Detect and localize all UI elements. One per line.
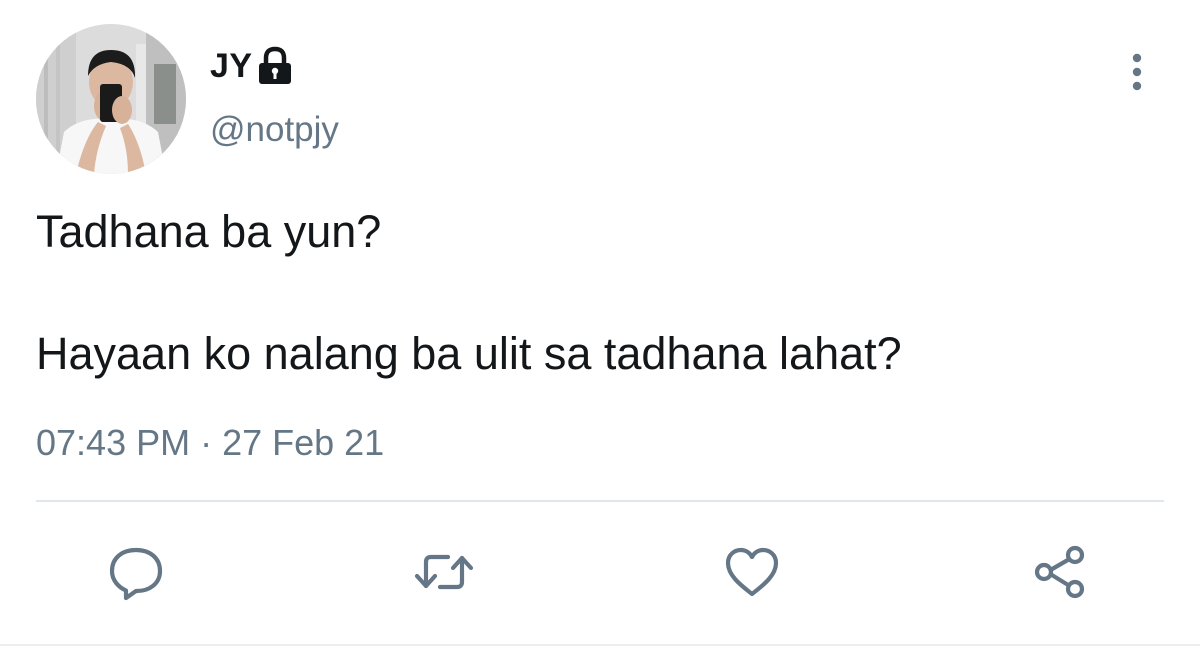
profile-photo <box>36 24 186 174</box>
heart-icon <box>725 547 779 597</box>
author-name-row: JY <box>210 44 293 88</box>
avatar[interactable] <box>36 24 186 174</box>
like-button[interactable] <box>720 540 784 604</box>
tweet-card: JY @notpjy Tadhana ba yun? Hayaan ko nal… <box>0 0 1200 662</box>
retweet-icon <box>414 554 474 590</box>
reply-button[interactable] <box>104 540 168 604</box>
tweet-text-line: Tadhana ba yun? <box>36 206 382 257</box>
share-button[interactable] <box>1028 540 1092 604</box>
lock-icon <box>257 46 293 86</box>
bottom-divider <box>0 644 1200 646</box>
reply-icon <box>109 547 163 601</box>
tweet-text: Tadhana ba yun? Hayaan ko nalang ba ulit… <box>36 200 1156 386</box>
more-vertical-icon[interactable] <box>1124 52 1150 94</box>
retweet-button[interactable] <box>412 540 476 604</box>
divider <box>36 500 1164 502</box>
tweet-timestamp[interactable]: 07:43 PM · 27 Feb 21 <box>36 422 384 464</box>
share-icon <box>1034 545 1085 599</box>
display-name[interactable]: JY <box>210 47 253 86</box>
author-handle[interactable]: @notpjy <box>210 110 339 150</box>
tweet-text-line: Hayaan ko nalang ba ulit sa tadhana laha… <box>36 328 902 379</box>
